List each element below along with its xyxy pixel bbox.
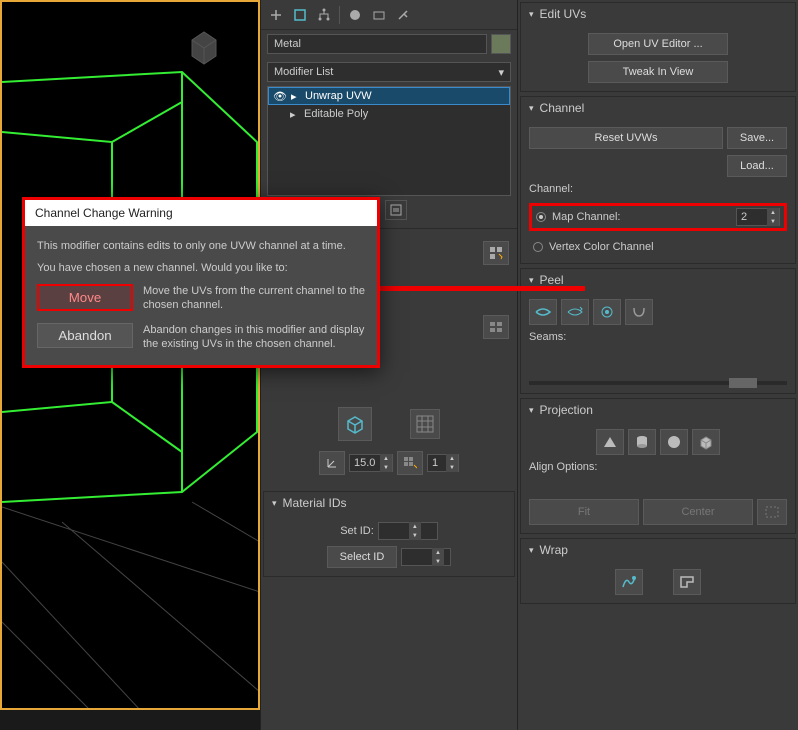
save-button[interactable]: Save...	[727, 127, 787, 149]
abandon-button[interactable]: Abandon	[37, 323, 133, 348]
grid-tool-icon[interactable]	[410, 409, 440, 439]
select-by-element-icon[interactable]	[483, 241, 509, 265]
spline-map-icon[interactable]	[615, 569, 643, 595]
spherical-map-icon[interactable]	[660, 429, 688, 455]
object-color-swatch[interactable]	[491, 34, 511, 54]
rollout-header[interactable]: Channel	[521, 97, 795, 119]
dialog-text-1: This modifier contains edits to only one…	[37, 240, 365, 252]
modifier-list-dropdown[interactable]: Modifier List	[267, 62, 511, 82]
planar-icon[interactable]	[397, 451, 423, 475]
align-options-label: Align Options:	[529, 461, 787, 473]
dialog-title: Channel Change Warning	[25, 200, 377, 226]
expand-icon[interactable]: ▸	[291, 90, 301, 103]
planar-map-icon[interactable]	[596, 429, 624, 455]
load-button[interactable]: Load...	[727, 155, 787, 177]
modify-icon[interactable]	[289, 4, 311, 26]
count-spinner[interactable]: ▲▼	[427, 454, 459, 472]
modifier-stack[interactable]: 👁 ▸ Unwrap UVW ▸ Editable Poly	[267, 86, 511, 196]
rollout-header[interactable]: Wrap	[521, 539, 795, 561]
motion-icon[interactable]	[344, 4, 366, 26]
set-id-spinner[interactable]: ▲▼	[378, 522, 438, 540]
utilities-icon[interactable]	[392, 4, 414, 26]
display-icon[interactable]	[368, 4, 390, 26]
peel-reset-icon[interactable]	[561, 299, 589, 325]
angle-spinner[interactable]: ▲▼	[349, 454, 393, 472]
peel-quick-icon[interactable]	[529, 299, 557, 325]
vertex-color-radio[interactable]	[533, 242, 543, 252]
command-panel-right: Edit UVs Open UV Editor ... Tweak In Vie…	[518, 0, 798, 730]
seams-slider[interactable]	[529, 381, 787, 385]
rollout-header[interactable]: Projection	[521, 399, 795, 421]
stack-item-label: Unwrap UVW	[305, 90, 372, 102]
map-channel-spinner[interactable]: ▲▼	[736, 208, 780, 226]
abandon-description: Abandon changes in this modifier and dis…	[143, 323, 365, 352]
select-id-button[interactable]: Select ID	[327, 546, 397, 568]
fit-button[interactable]: Fit	[529, 499, 639, 525]
channel-change-warning-dialog: Channel Change Warning This modifier con…	[22, 197, 380, 368]
wrap-rollout: Wrap	[520, 538, 796, 604]
create-icon[interactable]	[265, 4, 287, 26]
hierarchy-icon[interactable]	[313, 4, 335, 26]
options-icon[interactable]	[483, 315, 509, 339]
viewcube[interactable]	[180, 22, 228, 70]
box-map-icon[interactable]	[692, 429, 720, 455]
map-channel-row: Map Channel: ▲▼	[529, 203, 787, 231]
move-description: Move the UVs from the current channel to…	[143, 284, 365, 313]
channel-label: Channel:	[529, 183, 787, 195]
configure-sets-icon[interactable]	[385, 200, 407, 220]
relax-icon[interactable]	[625, 299, 653, 325]
angle-icon[interactable]	[319, 451, 345, 475]
seams-label: Seams:	[529, 331, 787, 343]
open-uv-editor-button[interactable]: Open UV Editor ...	[588, 33, 728, 55]
stack-item-epoly[interactable]: ▸ Editable Poly	[268, 105, 510, 123]
select-id-spinner[interactable]: ▲▼	[401, 548, 451, 566]
stack-item-label: Editable Poly	[304, 108, 368, 120]
set-id-label: Set ID:	[340, 525, 374, 537]
main-toolbar	[261, 0, 517, 30]
expand-icon[interactable]: ▸	[290, 108, 300, 121]
visibility-icon[interactable]: 👁	[273, 90, 287, 103]
tweak-in-view-button[interactable]: Tweak In View	[588, 61, 728, 83]
center-button[interactable]: Center	[643, 499, 753, 525]
stack-item-unwrap[interactable]: 👁 ▸ Unwrap UVW	[268, 87, 510, 105]
unfold-map-icon[interactable]	[673, 569, 701, 595]
rollout-header[interactable]: Material IDs	[264, 492, 514, 514]
object-name-input[interactable]	[267, 34, 487, 54]
dialog-text-2: You have chosen a new channel. Would you…	[37, 262, 365, 274]
move-button[interactable]: Move	[37, 284, 133, 311]
map-channel-radio[interactable]	[536, 212, 546, 222]
pelt-icon[interactable]	[593, 299, 621, 325]
cube-tool-icon[interactable]	[338, 407, 372, 441]
edit-uvs-rollout: Edit UVs Open UV Editor ... Tweak In Vie…	[520, 2, 796, 92]
projection-rollout: Projection Align Options: Fit Center	[520, 398, 796, 534]
material-ids-rollout: Material IDs Set ID: ▲▼ Select ID ▲▼	[263, 491, 515, 577]
vertex-color-label: Vertex Color Channel	[549, 241, 654, 253]
channel-rollout: Channel Reset UVWs Save... Load... Chann…	[520, 96, 796, 264]
map-channel-label: Map Channel:	[552, 211, 621, 223]
align-extra-icon[interactable]	[757, 499, 787, 525]
cylindrical-map-icon[interactable]	[628, 429, 656, 455]
rollout-header[interactable]: Edit UVs	[521, 3, 795, 25]
reset-uvws-button[interactable]: Reset UVWs	[529, 127, 723, 149]
annotation-line	[360, 286, 585, 291]
